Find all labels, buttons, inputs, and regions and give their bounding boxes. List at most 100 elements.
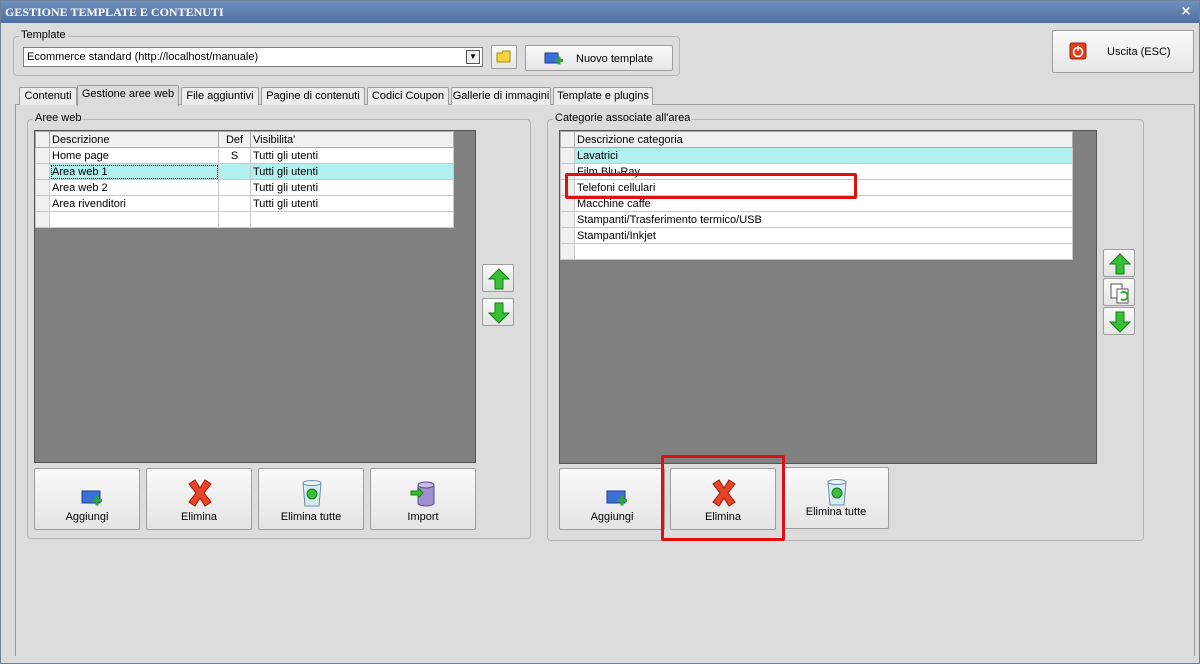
- chevron-down-icon[interactable]: ▼: [466, 50, 480, 64]
- categories-copy-button[interactable]: [1103, 278, 1135, 306]
- categories-delete-all-label: Elimina tutte: [805, 506, 867, 518]
- table-row[interactable]: Lavatrici: [560, 147, 1073, 164]
- table-row[interactable]: Home page S Tutti gli utenti: [35, 147, 454, 164]
- row-indicator[interactable]: [35, 195, 50, 212]
- cell-categoria[interactable]: Stampanti/Inkjet: [574, 227, 1073, 244]
- close-icon[interactable]: ×: [1179, 1, 1193, 23]
- cell-visibilita[interactable]: Tutti gli utenti: [250, 163, 454, 180]
- areas-delete-all-label: Elimina tutte: [280, 511, 342, 523]
- row-indicator[interactable]: [35, 163, 50, 180]
- table-row-new[interactable]: [560, 243, 1073, 260]
- row-indicator[interactable]: [35, 211, 50, 228]
- cell-categoria[interactable]: [574, 243, 1073, 260]
- areas-import-button[interactable]: Import: [370, 468, 476, 530]
- table-row[interactable]: Stampanti/Inkjet: [560, 227, 1073, 244]
- highlight-category-row: [565, 173, 857, 199]
- categories-header-row: Descrizione categoria: [560, 131, 1073, 148]
- cell-descrizione[interactable]: [49, 211, 219, 228]
- power-icon: [1069, 42, 1087, 60]
- new-template-label: Nuovo template: [576, 53, 654, 65]
- exit-button[interactable]: Uscita (ESC): [1052, 30, 1194, 73]
- cell-visibilita[interactable]: Tutti gli utenti: [250, 147, 454, 164]
- column-header-descrizione[interactable]: Descrizione: [49, 131, 219, 148]
- areas-delete-label: Elimina: [180, 511, 218, 523]
- column-header-visibilita[interactable]: Visibilita': [250, 131, 454, 148]
- copy-refresh-icon: [1110, 283, 1129, 304]
- tab-template-e-plugins[interactable]: Template e plugins: [553, 87, 653, 105]
- table-row[interactable]: Stampanti/Trasferimento termico/USB: [560, 211, 1073, 228]
- areas-add-label: Aggiungi: [65, 511, 109, 523]
- row-indicator-header: [560, 131, 575, 148]
- column-header-def[interactable]: Def: [218, 131, 251, 148]
- add-window-icon: [544, 52, 563, 65]
- column-header-descrizione-categoria[interactable]: Descrizione categoria: [574, 131, 1073, 148]
- row-indicator[interactable]: [560, 211, 575, 228]
- tab-file-aggiuntivi[interactable]: File aggiuntivi: [181, 87, 259, 105]
- categories-move-up-button[interactable]: [1103, 249, 1135, 277]
- tab-contenuti[interactable]: Contenuti: [19, 87, 77, 105]
- row-indicator[interactable]: [35, 147, 50, 164]
- cell-descrizione[interactable]: Area web 1: [49, 163, 219, 180]
- delete-x-icon: [188, 479, 212, 507]
- row-indicator[interactable]: [560, 243, 575, 260]
- areas-add-button[interactable]: Aggiungi: [34, 468, 140, 530]
- categories-group-label: Categorie associate all'area: [553, 112, 693, 124]
- cell-def[interactable]: [218, 211, 251, 228]
- exit-label: Uscita (ESC): [1107, 46, 1171, 58]
- row-indicator[interactable]: [560, 227, 575, 244]
- cell-def[interactable]: S: [218, 147, 251, 164]
- cell-categoria[interactable]: Lavatrici: [574, 147, 1073, 164]
- recycle-bin-icon: [302, 480, 322, 507]
- cell-categoria[interactable]: Stampanti/Trasferimento termico/USB: [574, 211, 1073, 228]
- cell-visibilita[interactable]: Tutti gli utenti: [250, 195, 454, 212]
- tab-gestione-aree-web[interactable]: Gestione aree web: [77, 85, 179, 106]
- add-window-icon: [81, 490, 102, 506]
- tab-pagine-di-contenuti[interactable]: Pagine di contenuti: [261, 87, 365, 105]
- cell-descrizione[interactable]: Home page: [49, 147, 219, 164]
- areas-delete-all-button[interactable]: Elimina tutte: [258, 468, 364, 530]
- table-row[interactable]: Area rivenditori Tutti gli utenti: [35, 195, 454, 212]
- highlight-delete-button: [661, 455, 785, 541]
- template-group-label: Template: [19, 29, 68, 41]
- cell-def[interactable]: [218, 163, 251, 180]
- areas-header-row: Descrizione Def Visibilita': [35, 131, 454, 148]
- areas-group-label: Aree web: [33, 112, 84, 124]
- folder-icon: [496, 50, 511, 63]
- recycle-bin-icon: [827, 479, 847, 506]
- table-row[interactable]: Area web 1 Tutti gli utenti: [35, 163, 454, 180]
- areas-move-down-button[interactable]: [482, 298, 514, 326]
- cell-visibilita[interactable]: Tutti gli utenti: [250, 179, 454, 196]
- cell-descrizione[interactable]: Area web 2: [49, 179, 219, 196]
- categories-move-down-button[interactable]: [1103, 307, 1135, 335]
- row-indicator[interactable]: [560, 147, 575, 164]
- database-import-icon: [410, 481, 435, 507]
- table-row[interactable]: Area web 2 Tutti gli utenti: [35, 179, 454, 196]
- add-window-icon: [606, 490, 627, 506]
- arrow-up-icon: [1109, 253, 1131, 275]
- row-indicator[interactable]: [35, 179, 50, 196]
- tab-gallerie-di-immagini[interactable]: Gallerie di immagini: [451, 87, 551, 105]
- areas-move-up-button[interactable]: [482, 264, 514, 292]
- cell-def[interactable]: [218, 195, 251, 212]
- title-bar: GESTIONE TEMPLATE E CONTENUTI ×: [1, 1, 1199, 23]
- template-select-value: Ecommerce standard (http://localhost/man…: [27, 51, 259, 63]
- categories-delete-all-button[interactable]: Elimina tutte: [783, 467, 889, 529]
- categories-add-label: Aggiungi: [590, 511, 634, 523]
- arrow-down-icon: [488, 302, 510, 324]
- table-row-new[interactable]: [35, 211, 454, 228]
- window-title: GESTIONE TEMPLATE E CONTENUTI: [5, 5, 224, 19]
- arrow-up-icon: [488, 268, 510, 290]
- cell-def[interactable]: [218, 179, 251, 196]
- categories-add-button[interactable]: Aggiungi: [559, 468, 665, 530]
- new-template-button[interactable]: Nuovo template: [525, 45, 673, 71]
- row-indicator-header: [35, 131, 50, 148]
- arrow-down-icon: [1109, 311, 1131, 333]
- areas-table: Descrizione Def Visibilita' Home page S …: [35, 131, 454, 228]
- cell-visibilita[interactable]: [250, 211, 454, 228]
- cell-descrizione[interactable]: Area rivenditori: [49, 195, 219, 212]
- template-select[interactable]: Ecommerce standard (http://localhost/man…: [23, 47, 483, 67]
- tab-codici-coupon[interactable]: Codici Coupon: [367, 87, 449, 105]
- areas-import-label: Import: [407, 511, 439, 523]
- open-folder-button[interactable]: [491, 45, 517, 69]
- areas-delete-button[interactable]: Elimina: [146, 468, 252, 530]
